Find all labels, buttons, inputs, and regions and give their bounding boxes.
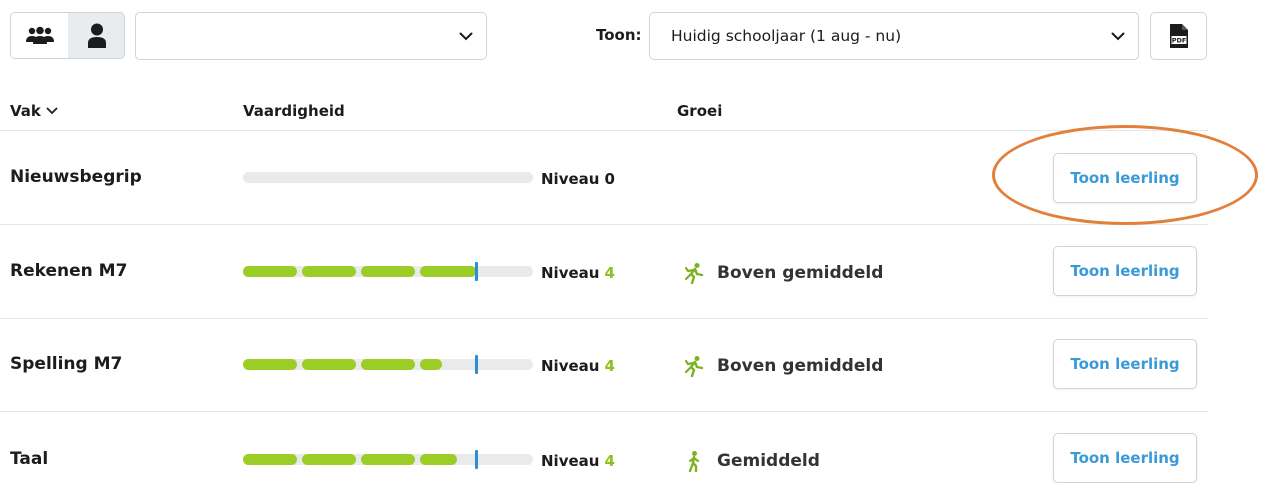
niveau-label: Niveau [541, 357, 600, 375]
niveau-text: Niveau 0 [541, 170, 615, 188]
skill-progress-bar [243, 450, 533, 469]
highlight-ellipse [992, 125, 1258, 225]
growth-label: Boven gemiddeld [717, 356, 884, 376]
column-header-groei: Groei [677, 102, 723, 120]
growth-indicator: Gemiddeld [683, 450, 820, 472]
niveau-text: Niveau 4 [541, 452, 615, 470]
growth-label: Gemiddeld [717, 451, 820, 471]
niveau-text: Niveau 4 [541, 357, 615, 375]
progress-segment [243, 359, 297, 370]
chevron-down-icon [1098, 32, 1138, 41]
divider [0, 318, 1208, 319]
toon-leerling-button[interactable]: Toon leerling [1053, 339, 1197, 389]
running-figure-icon [684, 263, 704, 284]
toon-leerling-button[interactable]: Toon leerling [1053, 433, 1197, 483]
niveau-label: Niveau [541, 264, 600, 282]
progress-segment [420, 454, 457, 465]
row-subject-name: Nieuwsbegrip [10, 167, 142, 187]
running-figure-icon [684, 356, 704, 377]
progress-segment [361, 454, 415, 465]
row-subject-name: Rekenen M7 [10, 261, 128, 281]
group-icon [25, 26, 54, 44]
progress-segment [302, 266, 356, 277]
column-header-vaardigheid: Vaardigheid [243, 102, 345, 120]
period-select-value: Huidig schooljaar (1 aug - nu) [671, 27, 902, 45]
student-select[interactable] [135, 12, 487, 60]
pdf-export-button[interactable]: PDF [1150, 12, 1207, 60]
row-subject-name: Spelling M7 [10, 354, 123, 374]
chevron-down-icon [46, 107, 58, 115]
divider [0, 130, 1208, 131]
svg-text:PDF: PDF [1171, 37, 1186, 45]
growth-indicator: Boven gemiddeld [683, 355, 883, 377]
divider [0, 224, 1208, 225]
skill-progress-bar [243, 172, 533, 183]
niveau-label: Niveau [541, 452, 600, 470]
toon-leerling-button[interactable]: Toon leerling [1053, 246, 1197, 296]
niveau-text: Niveau 4 [541, 264, 615, 282]
growth-indicator: Boven gemiddeld [683, 262, 883, 284]
toolbar: Toon: Huidig schooljaar (1 aug - nu) PDF [0, 0, 1261, 70]
progress-segment [420, 266, 476, 277]
growth-label: Boven gemiddeld [717, 263, 884, 283]
skill-progress-bar [243, 262, 533, 281]
toon-label: Toon: [596, 26, 642, 44]
skill-progress-bar [243, 355, 533, 374]
progress-segment [361, 359, 415, 370]
chevron-down-icon [446, 32, 486, 41]
niveau-label: Niveau [541, 170, 600, 188]
student-view-button[interactable] [68, 13, 124, 58]
skill-marker [475, 262, 478, 281]
progress-segment [420, 359, 442, 370]
walking-figure-icon [688, 451, 700, 472]
niveau-value: 4 [604, 357, 615, 375]
divider [0, 411, 1208, 412]
skill-marker [475, 355, 478, 374]
person-icon [87, 23, 106, 48]
column-header-vak[interactable]: Vak [10, 102, 58, 120]
niveau-value: 4 [604, 452, 615, 470]
view-toggle [10, 12, 125, 59]
skill-marker [475, 450, 478, 469]
progress-segment [243, 266, 297, 277]
progress-segment [302, 359, 356, 370]
progress-segment [243, 454, 297, 465]
niveau-value: 4 [604, 264, 615, 282]
row-subject-name: Taal [10, 449, 49, 469]
group-view-button[interactable] [11, 13, 69, 58]
period-select[interactable]: Huidig schooljaar (1 aug - nu) [649, 12, 1139, 60]
progress-segment [302, 454, 356, 465]
pdf-icon: PDF [1169, 24, 1188, 48]
niveau-value: 0 [604, 170, 615, 188]
progress-segment [361, 266, 415, 277]
column-header-vak-label: Vak [10, 102, 41, 120]
